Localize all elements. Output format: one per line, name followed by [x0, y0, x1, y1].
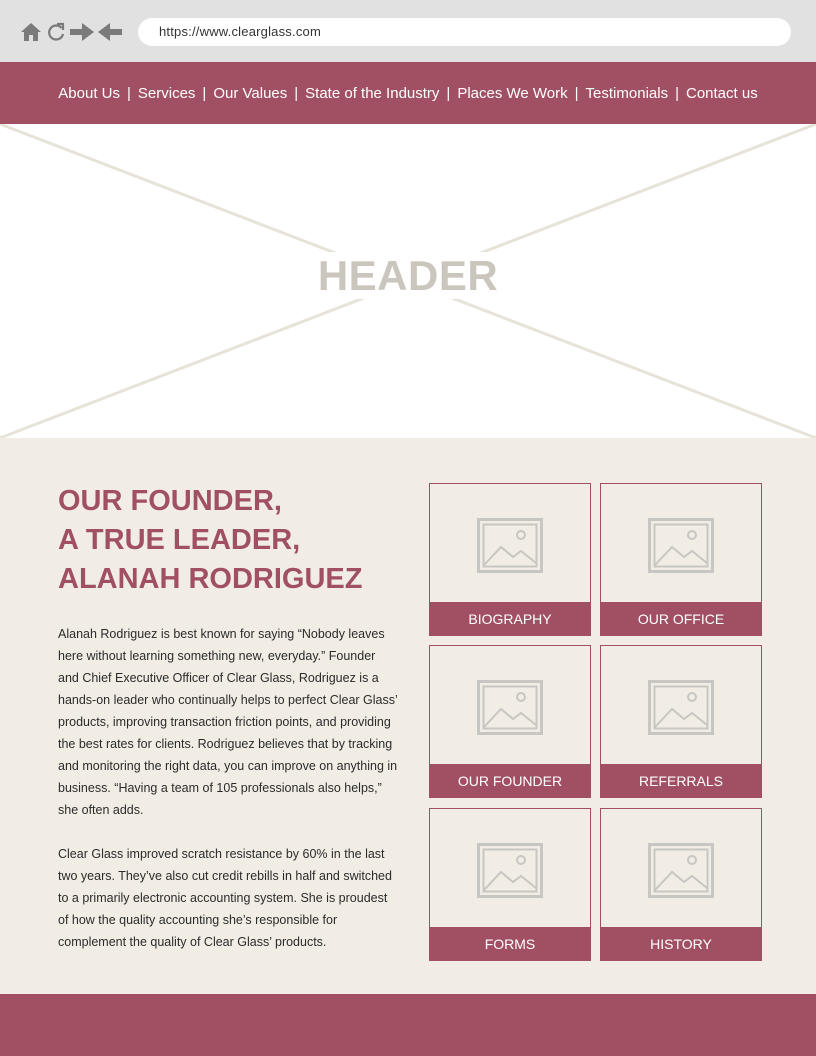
card-label: OUR OFFICE	[600, 602, 762, 636]
headline-line: ALANAH RODRIGUEZ	[58, 563, 363, 595]
back-arrow-icon[interactable]	[97, 20, 123, 44]
card-label: BIOGRAPHY	[429, 602, 591, 636]
main-navigation: About Us | Services | Our Values | State…	[0, 62, 816, 124]
header-placeholder-image: HEADER	[0, 124, 816, 438]
refresh-icon[interactable]	[43, 20, 69, 44]
card-our-office[interactable]: OUR OFFICE	[600, 483, 762, 636]
home-icon[interactable]	[18, 20, 44, 44]
headline-line: A TRUE LEADER,	[58, 524, 301, 556]
nav-about-us[interactable]: About Us	[51, 85, 127, 102]
image-placeholder-icon	[477, 680, 543, 735]
forward-arrow-icon[interactable]	[69, 20, 95, 44]
nav-our-values[interactable]: Our Values	[206, 85, 294, 102]
url-text: https://www.clearglass.com	[159, 24, 321, 39]
image-placeholder-icon	[648, 843, 714, 898]
card-label: REFERRALS	[600, 764, 762, 798]
nav-places-we-work[interactable]: Places We Work	[450, 85, 574, 102]
header-label: HEADER	[0, 252, 816, 300]
card-label: FORMS	[429, 927, 591, 961]
image-placeholder-icon	[477, 843, 543, 898]
achievements-paragraph: Clear Glass improved scratch resistance …	[58, 847, 392, 949]
card-our-founder[interactable]: OUR FOUNDER	[429, 645, 591, 798]
image-placeholder-icon	[648, 518, 714, 573]
card-label: HISTORY	[600, 927, 762, 961]
card-history[interactable]: HISTORY	[600, 808, 762, 961]
card-label: OUR FOUNDER	[429, 764, 591, 798]
address-bar[interactable]: https://www.clearglass.com	[138, 18, 791, 46]
header-label-text: HEADER	[307, 252, 509, 299]
browser-toolbar: https://www.clearglass.com	[0, 0, 816, 62]
nav-contact-us[interactable]: Contact us	[679, 85, 765, 102]
card-referrals[interactable]: REFERRALS	[600, 645, 762, 798]
nav-state-of-the-industry[interactable]: State of the Industry	[298, 85, 446, 102]
nav-services[interactable]: Services	[131, 85, 203, 102]
nav-testimonials[interactable]: Testimonials	[579, 85, 676, 102]
image-placeholder-icon	[477, 518, 543, 573]
card-biography[interactable]: BIOGRAPHY	[429, 483, 591, 636]
founder-headline: OUR FOUNDER, A TRUE LEADER, ALANAH RODRI…	[58, 482, 418, 599]
footer-bar	[0, 994, 816, 1056]
founder-bio-paragraph: Alanah Rodriguez is best known for sayin…	[58, 627, 398, 817]
image-placeholder-icon	[648, 680, 714, 735]
headline-line: OUR FOUNDER,	[58, 485, 282, 517]
card-forms[interactable]: FORMS	[429, 808, 591, 961]
